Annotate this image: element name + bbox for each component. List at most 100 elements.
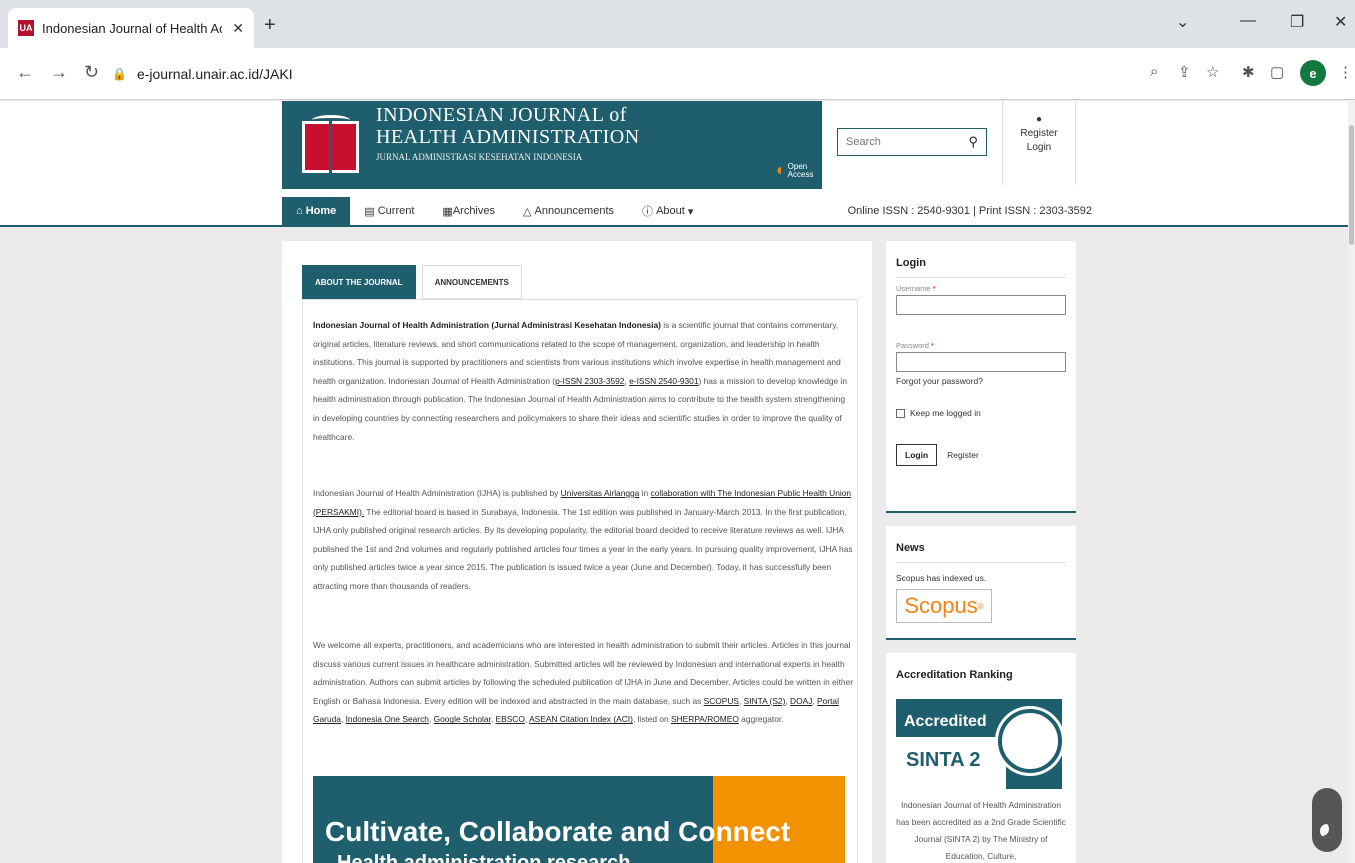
p2-text-a: Indonesian Journal of Health Administrat… [313, 488, 561, 498]
issn-info: Online ISSN : 2540-9301 | Print ISSN : 2… [847, 205, 1092, 217]
password-label: Password * [896, 341, 1066, 350]
journal-tabs: ABOUT THE JOURNAL ANNOUNCEMENTS [302, 265, 522, 299]
tab-about-journal[interactable]: ABOUT THE JOURNAL [302, 265, 416, 299]
zoom-icon[interactable]: ⌕ [1150, 63, 1158, 80]
nav-current[interactable]: ▤ Current [350, 197, 428, 225]
scrollbar-thumb[interactable] [1349, 125, 1354, 245]
promo-banner: Cultivate, Collaborate and Connect Healt… [313, 776, 845, 863]
close-tab-icon[interactable]: ✕ [232, 20, 244, 37]
ebsco-link[interactable]: EBSCO [496, 714, 525, 724]
profile-avatar[interactable]: e [1300, 60, 1326, 86]
browser-tab-strip: UA Indonesian Journal of Health Ad ✕ + ⌄… [0, 0, 1355, 48]
open-access-icon: ◐ [776, 162, 786, 179]
journal-title-line1: INDONESIAN JOURNAL of [376, 104, 627, 126]
scopus-link[interactable]: SCOPUS [704, 696, 739, 706]
search-icon[interactable]: ⚲ [968, 134, 978, 150]
minimize-icon[interactable]: — [1240, 12, 1256, 30]
nav-about[interactable]: ⓘ About ▾ [628, 197, 707, 225]
back-icon[interactable]: ← [16, 62, 34, 83]
site-search[interactable]: Search ⚲ [837, 128, 987, 156]
scopus-logo[interactable]: Scopus ® [896, 589, 992, 623]
required-marker: * [931, 341, 934, 350]
close-window-icon[interactable]: ✕ [1334, 12, 1347, 32]
open-access-badge: ◐ Open Access [776, 163, 816, 179]
forgot-password-link[interactable]: Forgot your password? [896, 376, 1066, 386]
nav-archives-label: Archives [452, 205, 495, 217]
menu-kebab-icon[interactable]: ⋮ [1338, 63, 1353, 81]
tab-search-chevron-icon[interactable]: ⌄ [1176, 12, 1189, 32]
about-paragraph-3: We welcome all experts, practitioners, a… [313, 640, 854, 725]
news-block: News Scopus has indexed us. Scopus ® [886, 526, 1076, 640]
main-nav: ⌂ Home ▤ Current ▦ Archives △ Announcemen… [282, 197, 1092, 225]
sinta-link[interactable]: SINTA (S2) [744, 696, 786, 706]
nav-current-label: Current [377, 205, 415, 217]
sherpa-link[interactable]: SHERPA/ROMEO [671, 714, 739, 724]
e-issn-link[interactable]: e-ISSN 2540-9301 [629, 376, 698, 386]
username-label-text: Username [896, 284, 931, 293]
journal-name-bold: Indonesian Journal of Health Administrat… [313, 320, 661, 330]
garuda-emblem-icon [998, 709, 1062, 773]
nav-about-label: About [656, 205, 685, 217]
about-pane: Indonesian Journal of Health Administrat… [302, 299, 858, 863]
journal-subtitle: JURNAL ADMINISTRASI KESEHATAN INDONESIA [376, 152, 583, 162]
login-block: Login Username * Password * Forgot your … [886, 241, 1076, 513]
promo-headline-a: Cultivate, Collaborate and [325, 816, 679, 847]
forward-icon[interactable]: → [50, 62, 68, 83]
password-field[interactable] [896, 352, 1066, 372]
login-link[interactable]: Login [1003, 142, 1075, 153]
dark-mode-toggle[interactable] [1312, 788, 1342, 852]
unair-link[interactable]: Universitas Airlangga [561, 488, 640, 498]
password-label-text: Password [896, 341, 929, 350]
required-marker: * [932, 284, 936, 293]
sinta-label: SINTA 2 [906, 749, 981, 771]
promo-headline-b: Connect [678, 816, 791, 847]
about-paragraph-2: Indonesian Journal of Health Administrat… [313, 484, 853, 596]
open-book-logo-icon [302, 115, 360, 175]
reload-icon[interactable]: ↻ [84, 62, 99, 83]
sinta-badge[interactable]: Accredited SINTA 2 [896, 699, 1062, 789]
side-panel-icon[interactable]: ▢ [1270, 63, 1284, 81]
promo-subline: Health administration research [337, 852, 631, 863]
promo-headline: Cultivate, Collaborate and Connect [325, 816, 790, 848]
caret-down-icon: ▾ [684, 205, 694, 218]
archive-icon: ▦ [442, 205, 453, 218]
open-access-label: Open Access [787, 162, 814, 179]
site-header: INDONESIAN JOURNAL of HEALTH ADMINISTRAT… [0, 101, 1348, 227]
one-search-link[interactable]: Indonesia One Search [346, 714, 429, 724]
p3-text-b: , listed on [632, 714, 672, 725]
p-issn-link[interactable]: p-ISSN 2303-3592 [555, 376, 624, 386]
login-actions: Login Register [896, 444, 1066, 466]
aci-link[interactable]: ASEAN Citation Index (ACI) [529, 714, 633, 724]
restore-icon[interactable]: ❐ [1290, 12, 1304, 32]
username-field[interactable] [896, 295, 1066, 315]
keep-logged-in[interactable]: Keep me logged in [896, 408, 1066, 418]
journal-banner[interactable]: INDONESIAN JOURNAL of HEALTH ADMINISTRAT… [282, 101, 822, 189]
accredited-label: Accredited [904, 713, 987, 730]
tab-announcements[interactable]: ANNOUNCEMENTS [421, 265, 522, 299]
nav-archives[interactable]: ▦ Archives [428, 197, 509, 225]
browser-tab[interactable]: UA Indonesian Journal of Health Ad ✕ [8, 8, 254, 48]
file-icon: ▤ [364, 205, 378, 218]
moon-icon [1320, 824, 1334, 838]
login-title: Login [896, 257, 1066, 278]
keep-logged-in-checkbox[interactable] [896, 408, 905, 418]
search-input[interactable]: Search [846, 136, 968, 148]
register-link[interactable]: Register [1003, 128, 1075, 139]
address-input[interactable]: 🔒 e-journal.unair.ac.id/JAKI [112, 56, 1112, 92]
nav-home-label: Home [305, 205, 337, 217]
accreditation-block: Accreditation Ranking Accredited SINTA 2… [886, 653, 1076, 863]
new-tab-icon[interactable]: + [264, 14, 276, 37]
nav-home[interactable]: ⌂ Home [282, 197, 351, 225]
nav-announcements[interactable]: △ Announcements [509, 197, 628, 225]
extensions-icon[interactable]: ✱ [1242, 63, 1255, 81]
google-scholar-link[interactable]: Google Scholar [434, 714, 491, 724]
bookmark-star-icon[interactable]: ☆ [1206, 63, 1219, 81]
login-button[interactable]: Login [896, 444, 938, 466]
bell-icon: △ [523, 205, 535, 218]
nav-announcements-label: Announcements [534, 205, 615, 217]
user-links: ● Register Login [1002, 101, 1076, 185]
share-icon[interactable]: ⇪ [1178, 63, 1191, 81]
register-link-sidebar[interactable]: Register [947, 450, 979, 460]
scopus-reg-mark: ® [977, 601, 984, 611]
doaj-link[interactable]: DOAJ [790, 696, 812, 706]
